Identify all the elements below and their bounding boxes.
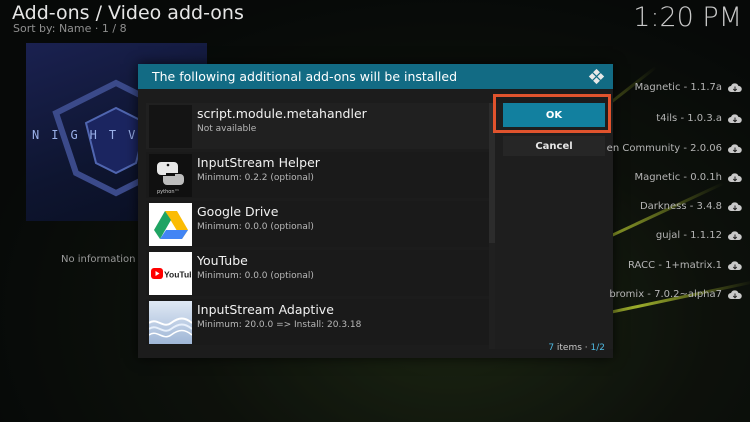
addon-version: Minimum: 20.0.0 => Install: 20.3.18 [197, 320, 362, 330]
dialog-header: The following additional add-ons will be… [138, 64, 613, 89]
svg-text:python™: python™ [157, 189, 180, 195]
sort-label: Sort by: Name · 1 / 8 [13, 22, 127, 35]
install-dialog: The following additional add-ons will be… [138, 64, 613, 358]
list-item[interactable]: python™ InputStream Helper Minimum: 0.2.… [146, 152, 490, 198]
items-count: 7 items · 1/2 [548, 343, 605, 353]
poster-text: NIGHTV [32, 128, 148, 142]
background-addon-item: t4ils - 1.0.3.a [656, 113, 742, 124]
list-item[interactable]: InputStream Adaptive Minimum: 20.0.0 => … [146, 299, 490, 345]
kodi-logo-icon [588, 68, 605, 85]
cloud-download-icon [728, 113, 742, 124]
addon-version: Minimum: 0.0.0 (optional) [197, 222, 314, 232]
no-info-text: No information a [61, 254, 145, 265]
background-addon-label: Magnetic - 0.0.1h [634, 172, 722, 183]
cloud-download-icon [728, 172, 742, 183]
ok-button-highlight [493, 94, 611, 133]
cloud-download-icon [728, 260, 742, 271]
python-logo-icon: python™ [149, 154, 192, 197]
background-addon-label: Darkness - 3.4.8 [639, 201, 722, 212]
addon-name: script.module.metahandler [197, 106, 367, 121]
background-addon-label: t4ils - 1.0.3.a [656, 113, 722, 124]
cloud-download-icon [728, 143, 742, 154]
background-addon-label: en Community - 2.0.06 [606, 143, 722, 154]
cloud-download-icon [728, 201, 742, 212]
list-item[interactable]: YouTube YouTube Minimum: 0.0.0 (optional… [146, 250, 490, 296]
page-indicator: 1/2 [590, 343, 605, 353]
addon-name: InputStream Helper [197, 155, 320, 170]
addon-name: Google Drive [197, 204, 279, 219]
background-addon-item: Darkness - 3.4.8 [640, 201, 742, 212]
wave-image-icon [149, 301, 192, 344]
addon-version: Minimum: 0.0.0 (optional) [197, 271, 314, 281]
background-addon-label: RACC - 1+matrix.1 [627, 260, 722, 271]
google-drive-icon [149, 203, 192, 246]
addon-list: script.module.metahandler Not available … [146, 103, 490, 349]
svg-text:YouTube: YouTube [164, 269, 191, 279]
background-addon-item: RACC - 1+matrix.1 [628, 260, 742, 271]
background-addon-label: gujal - 1.1.12 [655, 230, 722, 241]
background-addon-item: en Community - 2.0.06 [607, 143, 742, 154]
page-title: Add-ons / Video add-ons [12, 2, 244, 24]
background-addon-label: Magnetic - 1.1.7a [634, 82, 722, 93]
items-count-label: items · [554, 343, 591, 353]
cloud-download-icon [728, 82, 742, 93]
youtube-logo-icon: YouTube [149, 252, 192, 295]
background-addon-item: bromix - 7.0.2~alpha7 [609, 289, 742, 300]
dialog-title: The following additional add-ons will be… [152, 69, 458, 84]
addon-thumbnail [149, 105, 192, 148]
list-item[interactable]: script.module.metahandler Not available [146, 103, 490, 149]
cloud-download-icon [728, 230, 742, 241]
addon-name: InputStream Adaptive [197, 302, 334, 317]
addon-version: Not available [197, 124, 257, 134]
cancel-button[interactable]: Cancel [503, 136, 605, 156]
clock: 1:20 PM [633, 2, 742, 33]
addon-version: Minimum: 0.2.2 (optional) [197, 173, 314, 183]
addon-name: YouTube [197, 253, 248, 268]
cloud-download-icon [728, 289, 742, 300]
background-addon-item: gujal - 1.1.12 [656, 230, 742, 241]
background-addon-label: bromix - 7.0.2~alpha7 [609, 289, 722, 300]
background-addon-item: Magnetic - 0.0.1h [634, 172, 742, 183]
background-addon-item: Magnetic - 1.1.7a [635, 82, 742, 93]
list-item[interactable]: Google Drive Minimum: 0.0.0 (optional) [146, 201, 490, 247]
